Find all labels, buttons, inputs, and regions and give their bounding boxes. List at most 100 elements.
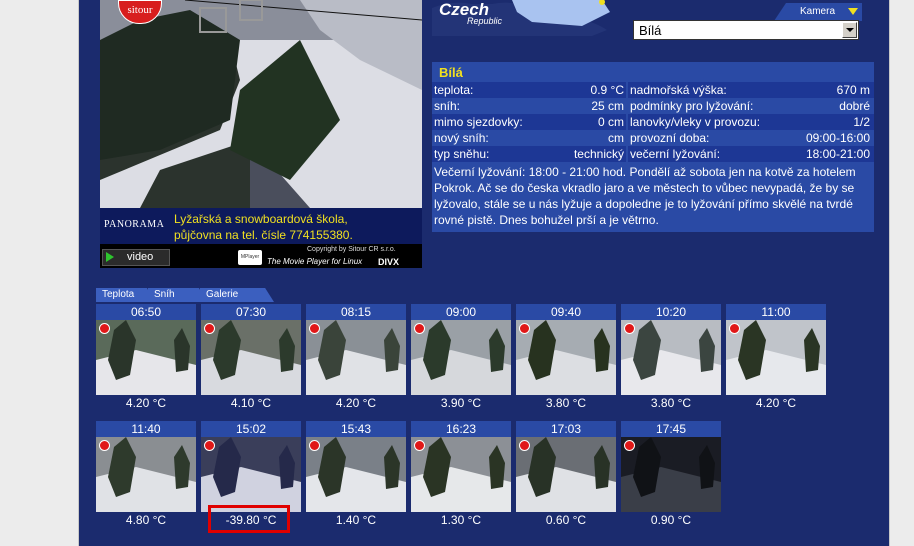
webcam-thumbnail[interactable]: 06:50 4.20 °C: [96, 304, 196, 416]
tab-teplota[interactable]: Teplota: [96, 288, 154, 302]
thumbnail-temperature: 4.10 °C: [230, 396, 272, 410]
sitour-logo-icon: [519, 323, 530, 334]
camera-select[interactable]: Bílá: [633, 20, 859, 40]
thumbnail-image: [411, 320, 511, 395]
sitour-logo-icon: [204, 323, 215, 334]
stat-label: provozní doba:: [630, 131, 710, 145]
thumbnail-time: 07:30: [201, 304, 301, 320]
sitour-logo-icon: [624, 440, 635, 451]
resort-info-panel: Bílá teplota: 0.9 °C sníh: 25 cm mimo sj…: [432, 62, 874, 232]
stat-label: nový sníh:: [434, 131, 489, 145]
stat-row: podmínky pro lyžování: dobré: [628, 98, 874, 114]
stat-row: mimo sjezdovky: 0 cm: [432, 114, 626, 130]
thumbnail-time: 11:00: [726, 304, 826, 320]
tab-snih[interactable]: Sníh: [148, 288, 206, 302]
thumbnail-time: 06:50: [96, 304, 196, 320]
sitour-logo-icon: [204, 440, 215, 451]
webcam-thumbnail[interactable]: 16:23 1.30 °C: [411, 421, 511, 533]
thumbnail-scene: [201, 320, 301, 395]
sitour-logo-icon: [519, 440, 530, 451]
thumbnail-time: 09:40: [516, 304, 616, 320]
stat-value: dobré: [839, 99, 870, 113]
thumbnail-image: [201, 437, 301, 512]
thumbnail-temperature: 4.80 °C: [125, 513, 167, 527]
camera-tab[interactable]: Kamera: [774, 3, 862, 21]
camera-select-value: Bílá: [639, 23, 662, 38]
webcam-thumbnail[interactable]: 17:03 0.60 °C: [516, 421, 616, 533]
thumbnail-image: [516, 320, 616, 395]
stat-label: večerní lyžování:: [630, 147, 721, 161]
player-bar: video MPlayer Copyright by Sitour CR s.r…: [100, 244, 422, 268]
webcam-thumbnail[interactable]: 11:40 4.80 °C: [96, 421, 196, 533]
ski-school-note: Lyžařská a snowboardová škola, půjčovna …: [174, 211, 420, 243]
thumbnail-scene: [306, 320, 406, 395]
resort-description: Večerní lyžování: 18:00 - 21:00 hod. Pon…: [434, 165, 856, 227]
player-tagline: The Movie Player for Linux: [267, 257, 363, 266]
thumbnail-scene: [96, 437, 196, 512]
anomaly-highlight-box: [208, 505, 290, 533]
mplayer-logo: MPlayer: [238, 250, 262, 265]
thumbnail-temperature: 4.20 °C: [125, 396, 167, 410]
webcam-thumbnail[interactable]: 10:20 3.80 °C: [621, 304, 721, 416]
thumbnail-scene: [621, 320, 721, 395]
stat-row: lanovky/vleky v provozu: 1/2: [628, 114, 874, 130]
thumbnail-image: [306, 437, 406, 512]
thumbnail-temperature: 0.60 °C: [545, 513, 587, 527]
sitour-logo-icon: [309, 440, 320, 451]
left-page-margin: [0, 0, 79, 546]
stat-value: 670 m: [836, 83, 870, 97]
webcam-player[interactable]: sitour PANORAMA Lyžařská a snowboardová …: [100, 0, 422, 268]
stat-value: cm: [608, 131, 624, 145]
sitour-logo-icon: [309, 323, 320, 334]
triangle-down-icon: [848, 8, 858, 15]
thumbnail-time: 15:43: [306, 421, 406, 437]
chevron-down-icon[interactable]: [842, 22, 857, 38]
video-button-label: video: [127, 251, 154, 263]
thumbnail-image: [516, 437, 616, 512]
right-page-margin: [889, 0, 914, 546]
thumbnail-temperature: 3.90 °C: [440, 396, 482, 410]
stat-value: 25 cm: [591, 99, 624, 113]
webcam-thumbnail[interactable]: 08:15 4.20 °C: [306, 304, 406, 416]
stat-row: typ sněhu: technický: [432, 146, 626, 162]
webcam-thumbnail[interactable]: 15:43 1.40 °C: [306, 421, 406, 533]
resort-name: Bílá: [439, 65, 463, 80]
ski-school-line-2: půjčovna na tel. čísle 774155380.: [174, 228, 353, 242]
thumbnail-scene: [516, 437, 616, 512]
webcam-thumbnail[interactable]: 09:40 3.80 °C: [516, 304, 616, 416]
stat-label: teplota:: [434, 83, 474, 97]
video-button[interactable]: video: [102, 249, 170, 266]
stat-label: typ sněhu:: [434, 147, 490, 161]
sitour-logo-icon: [99, 440, 110, 451]
stat-label: lanovky/vleky v provozu:: [630, 115, 761, 129]
thumbnail-scene: [726, 320, 826, 395]
thumbnail-scene: [201, 437, 301, 512]
webcam-thumbnail[interactable]: 17:45 0.90 °C: [621, 421, 721, 533]
sitour-logo-icon: [729, 323, 740, 334]
copyright-text: Copyright by Sitour CR s.r.o.: [307, 246, 396, 253]
webcam-thumbnail[interactable]: 07:30 4.10 °C: [201, 304, 301, 416]
stat-value: 0 cm: [597, 115, 624, 129]
country-subtitle: Republic: [467, 16, 503, 26]
thumbnail-scene: [516, 320, 616, 395]
thumbnail-image: [306, 320, 406, 395]
thumbnail-time: 09:00: [411, 304, 511, 320]
stat-label: podmínky pro lyžování:: [630, 99, 754, 113]
thumbnail-temperature: 1.40 °C: [335, 513, 377, 527]
thumbnail-time: 17:45: [621, 421, 721, 437]
thumbnail-image: [201, 320, 301, 395]
thumbnail-image: [96, 320, 196, 395]
thumbnail-scene: [96, 320, 196, 395]
stat-row: teplota: 0.9 °C: [432, 82, 626, 98]
thumbnail-scene: [306, 437, 406, 512]
thumbnail-temperature: 4.20 °C: [335, 396, 377, 410]
thumbnail-image: [726, 320, 826, 395]
webcam-scene: [100, 0, 422, 208]
webcam-thumbnail[interactable]: 11:00 4.20 °C: [726, 304, 826, 416]
thumbnail-temperature: 3.80 °C: [650, 396, 692, 410]
webcam-thumbnail[interactable]: 09:00 3.90 °C: [411, 304, 511, 416]
thumbnail-image: [411, 437, 511, 512]
thumbnail-time: 10:20: [621, 304, 721, 320]
sitour-logo-icon: [414, 323, 425, 334]
tab-galerie[interactable]: Galerie: [200, 288, 274, 302]
